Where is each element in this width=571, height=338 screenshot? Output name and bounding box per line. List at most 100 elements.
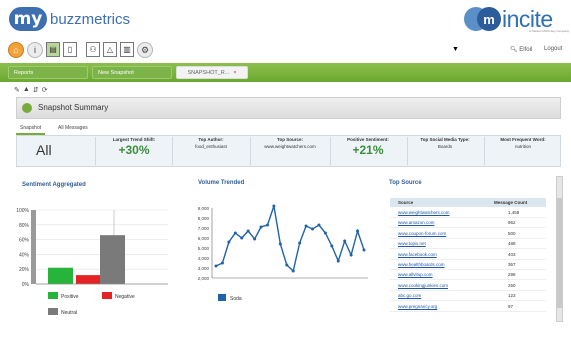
- top-source-table-header: Source Message Count: [390, 198, 546, 207]
- table-row: www.weightwatchers.com 1,459: [390, 208, 546, 218]
- kpi-value: www.weightwatchers.com: [264, 144, 316, 149]
- y-tick-label: 3,000: [198, 266, 210, 271]
- table-row: www.cookingjunkies.com 250: [390, 281, 546, 291]
- scrollbar-thumb[interactable]: [557, 198, 562, 308]
- column-source: Source: [398, 200, 414, 205]
- tab-new-snapshot[interactable]: New Snapshot: [92, 66, 172, 79]
- y-tick-label: 40%: [19, 252, 30, 258]
- user-link[interactable]: 🔍︎ Elfoil: [510, 46, 540, 55]
- kpi-positive-sentiment: Positive Sentiment: +21%: [333, 137, 403, 165]
- data-point: [227, 240, 231, 244]
- refresh-icon[interactable]: ⟳: [42, 86, 48, 94]
- series-line-soda: [215, 205, 365, 273]
- message-count: 123: [508, 293, 516, 299]
- message-count: 403: [508, 251, 516, 257]
- data-point: [220, 261, 224, 265]
- settings-icon[interactable]: ⚙: [137, 42, 153, 58]
- close-tab-icon[interactable]: ×: [233, 70, 236, 76]
- source-link[interactable]: www.facebook.com: [398, 252, 437, 257]
- brand-name: buzzmetrics: [50, 10, 131, 28]
- my-logo-badge: my: [9, 7, 47, 31]
- logout-link[interactable]: Logout: [544, 46, 562, 52]
- top-source-title: Top Source: [389, 180, 422, 186]
- data-point: [343, 239, 347, 243]
- alert-icon[interactable]: △: [103, 42, 117, 57]
- data-point: [285, 263, 289, 267]
- source-link[interactable]: www.topix.net: [398, 241, 426, 246]
- kpi-top-author: Top Author: food_enthusiast: [176, 137, 246, 165]
- data-point: [214, 264, 218, 268]
- search-icon: 🔍︎: [510, 47, 518, 53]
- edit-icon[interactable]: ✎: [14, 86, 20, 94]
- legend-swatch-negative: [102, 292, 112, 299]
- kpi-value: Boards: [437, 144, 453, 149]
- source-link[interactable]: www.coupon-forum.com: [398, 231, 446, 236]
- tab-reports[interactable]: Reports: [8, 66, 88, 79]
- source-link[interactable]: www.amazon.com: [398, 220, 435, 225]
- subtab-snapshot[interactable]: Snapshot: [16, 123, 46, 135]
- kpi-all: All: [36, 142, 52, 158]
- kpi-trend-shift: Largest Trend Shift: +30%: [100, 137, 168, 165]
- legend-swatch-soda: [218, 294, 226, 301]
- y-tick-label: 5,000: [198, 246, 210, 251]
- table-row: www.healthboards.com 367: [390, 260, 546, 270]
- bar-negative: [76, 275, 101, 284]
- table-row: www.topix.net 488: [390, 239, 546, 250]
- tab-label: SNAPSHOT_R...: [187, 70, 230, 76]
- source-link[interactable]: www.cookingjunkies.com: [398, 283, 448, 288]
- kpi-value: nutrition: [514, 144, 531, 149]
- legend-swatch-positive: [48, 292, 58, 299]
- subtab-all-messages[interactable]: All Messages: [54, 123, 92, 133]
- source-link[interactable]: www.pregnancy.org: [398, 304, 437, 309]
- data-point: [304, 224, 308, 228]
- bar-neutral: [100, 235, 125, 284]
- kpi-top-source: Top Source: www.weightwatchers.com: [252, 137, 328, 165]
- message-count: 500: [508, 230, 516, 236]
- y-tick-label: 8,000: [198, 216, 210, 221]
- sentiment-title: Sentiment Aggregated: [22, 182, 86, 188]
- report-actions: ✎ ▲ ⇵ ⟳: [14, 86, 48, 94]
- save-icon[interactable]: ▤: [46, 42, 60, 57]
- y-tick-label: 2,000: [198, 276, 210, 281]
- book-icon[interactable]: ▥: [120, 42, 134, 57]
- data-point: [233, 231, 237, 235]
- data-point: [323, 231, 327, 235]
- source-link[interactable]: www.healthboards.com: [398, 262, 445, 267]
- table-row: www.coupon-forum.com 500: [390, 229, 546, 239]
- volume-title: Volume Trended: [198, 180, 245, 186]
- kpi-value: +21%: [352, 143, 384, 157]
- table-row: www.amazon.com 962: [390, 218, 546, 229]
- people-icon[interactable]: ⚇: [86, 42, 100, 57]
- collapse-icon[interactable]: [22, 103, 32, 113]
- source-link[interactable]: abc.go.com: [398, 293, 421, 298]
- export-icon[interactable]: ⇵: [33, 86, 39, 94]
- message-count: 97: [508, 303, 514, 309]
- info-icon[interactable]: i: [27, 42, 43, 58]
- summary-title: Snapshot Summary: [38, 103, 109, 112]
- tab-snapshot-report[interactable]: SNAPSHOT_R... ×: [176, 66, 248, 79]
- data-point: [349, 253, 353, 257]
- document-icon[interactable]: ▯: [63, 42, 77, 57]
- data-point: [311, 227, 315, 231]
- incite-logo-mark: m: [464, 5, 506, 33]
- table-row: abc.go.com 123: [390, 291, 546, 302]
- data-point: [330, 244, 334, 248]
- y-tick-label: 7,000: [198, 226, 210, 231]
- home-icon[interactable]: ⌂: [8, 42, 24, 58]
- message-count: 962: [508, 220, 516, 226]
- y-axis-bar: [31, 210, 36, 284]
- source-link[interactable]: www.allvitup.com: [398, 272, 433, 277]
- table-row: www.pregnancy.org 97: [390, 302, 546, 312]
- data-point: [291, 269, 295, 273]
- source-link[interactable]: www.weightwatchers.com: [398, 210, 450, 215]
- chart-icon[interactable]: ▲: [23, 86, 30, 94]
- column-message-count: Message Count: [494, 200, 528, 205]
- y-tick-label: 60%: [19, 238, 30, 244]
- data-point: [317, 223, 321, 227]
- sentiment-bar-chart: 0% 20% 40% 60% 80% 100% Positive Negative Neutra…: [16, 208, 168, 316]
- incite-logo-tagline: A Nielsen McKinsey Company: [529, 29, 570, 33]
- tab-label: New Snapshot: [98, 70, 134, 76]
- buzzmetrics-logo[interactable]: my buzzmetrics: [9, 6, 130, 32]
- data-point: [246, 229, 250, 233]
- kpi-value: food_enthusiast: [195, 144, 227, 149]
